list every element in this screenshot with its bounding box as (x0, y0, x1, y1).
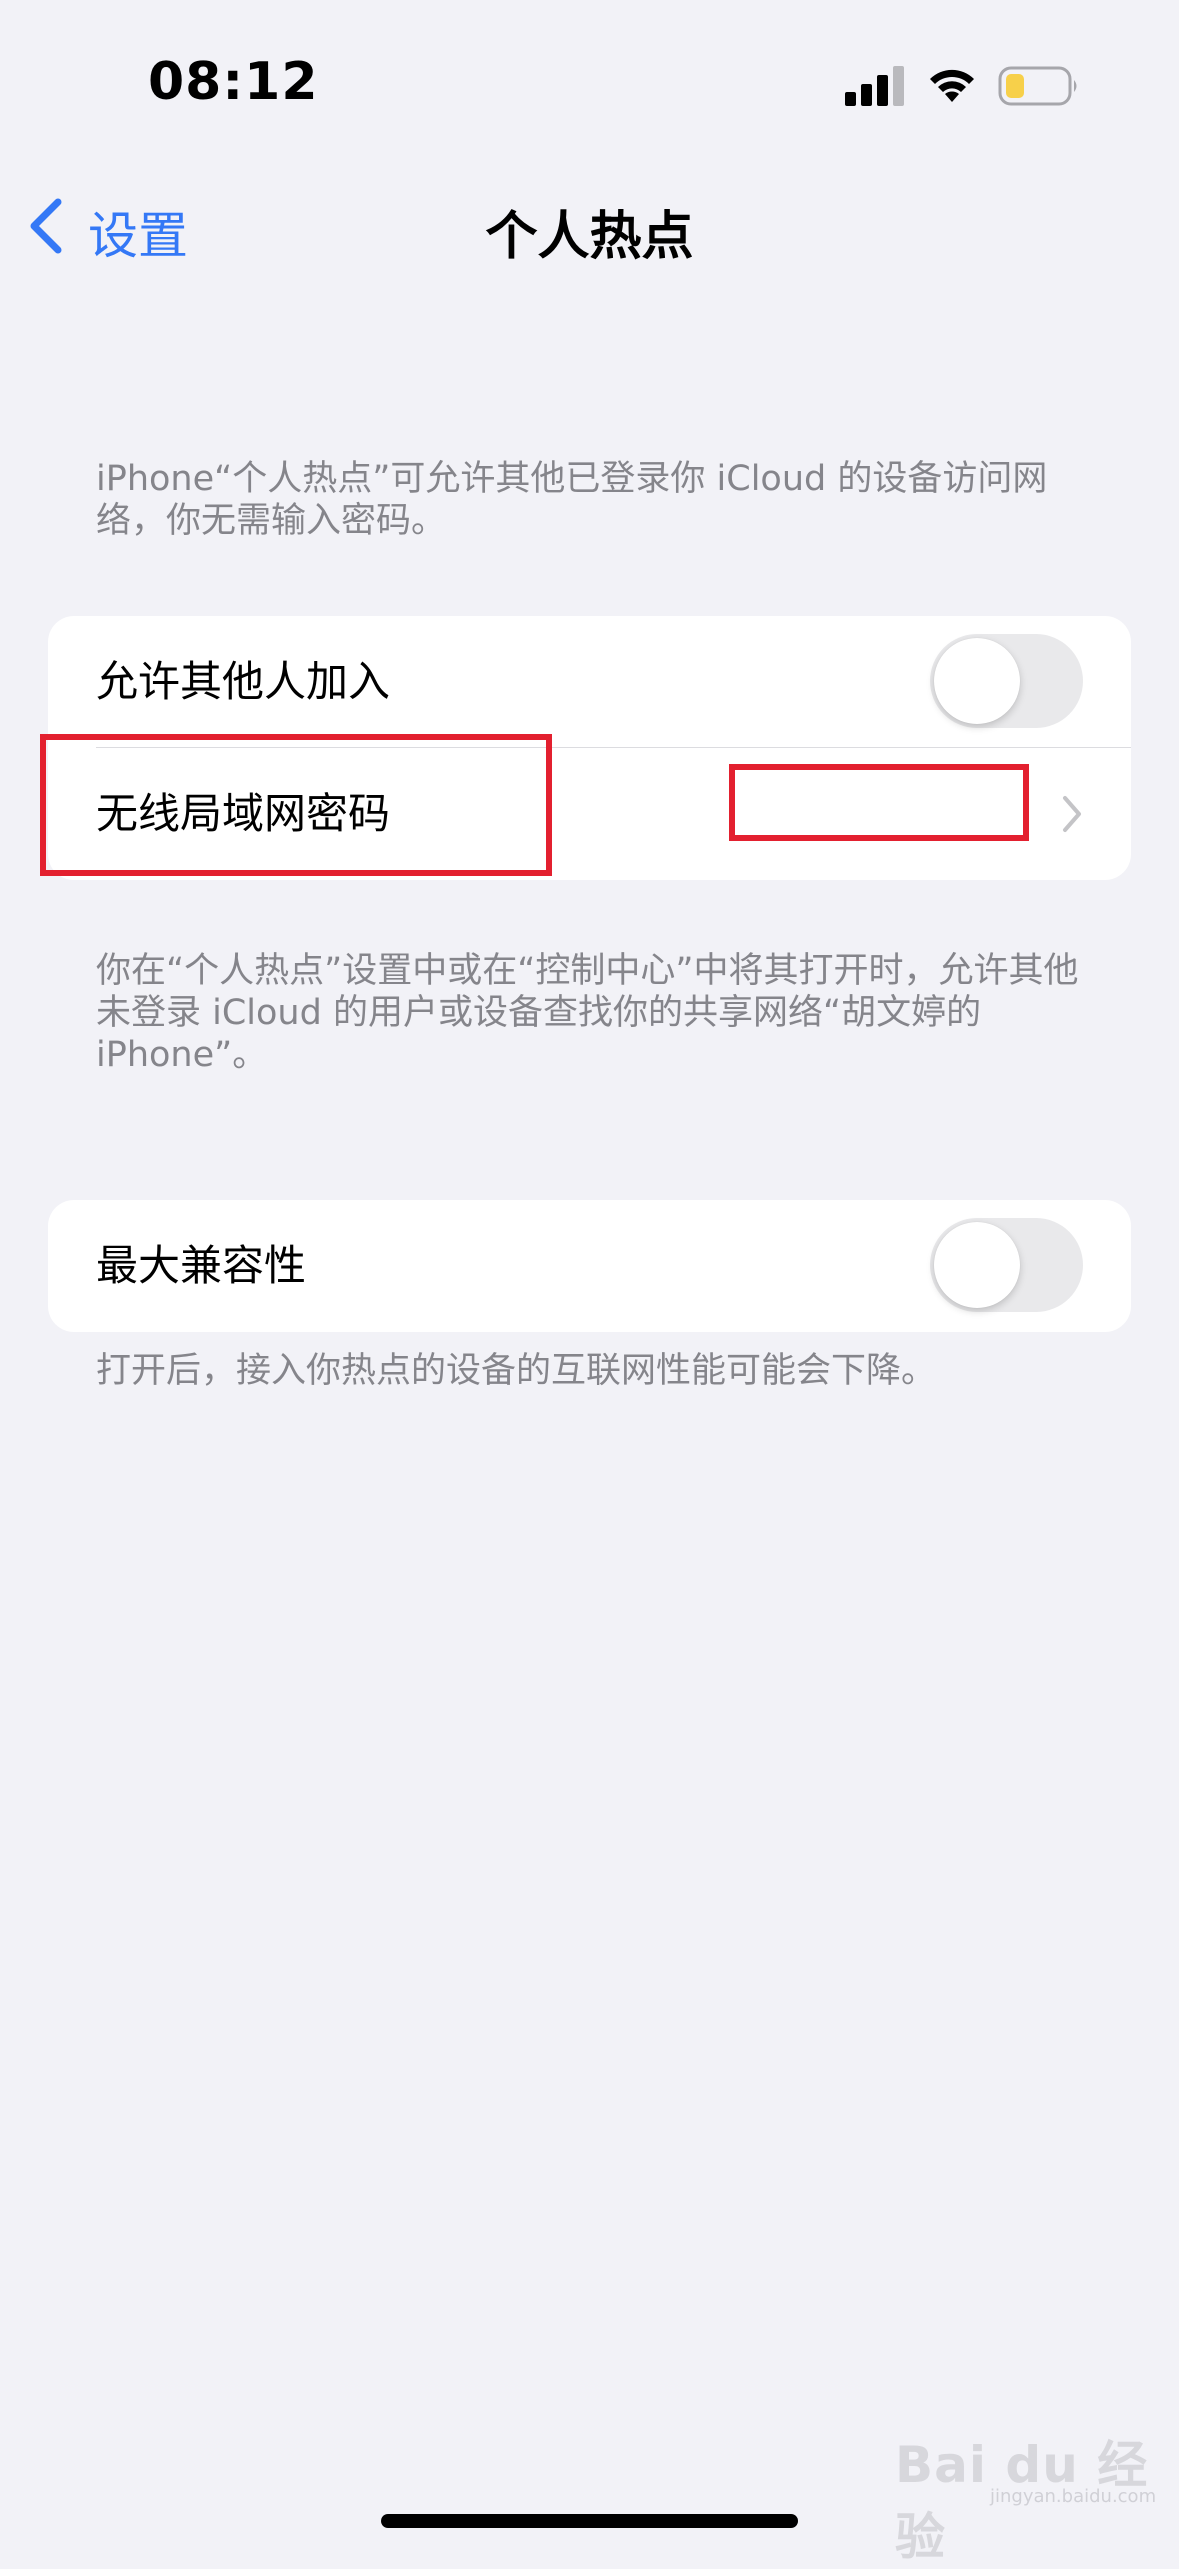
max-compat-label: 最大兼容性 (96, 1241, 307, 1290)
group1-footer: 你在“个人热点”设置中或在“控制中心”中将其打开时，允许其他未登录 iCloud… (96, 951, 1079, 1075)
max-compat-row: 最大兼容性 (48, 1200, 1131, 1332)
status-time: 08:12 (148, 52, 319, 112)
battery-icon (998, 66, 1077, 106)
wifi-icon (930, 69, 974, 102)
group2-footer: 打开后，接入你热点的设备的互联网性能可能会下降。 (96, 1351, 937, 1391)
home-indicator[interactable] (381, 2514, 798, 2528)
toggle-knob (934, 638, 1020, 724)
annotation-box-value (729, 764, 1029, 841)
allow-others-toggle[interactable] (930, 634, 1083, 728)
allow-others-row: 允许其他人加入 (48, 616, 1131, 748)
compatibility-group: 最大兼容性 (48, 1200, 1131, 1332)
chevron-right-icon (1063, 796, 1081, 832)
cellular-signal-icon (845, 66, 904, 106)
annotation-box-label (40, 734, 552, 876)
page-title: 个人热点 (485, 207, 694, 267)
intro-description: iPhone“个人热点”可允许其他已登录你 iCloud 的设备访问网络，你无需… (96, 459, 1048, 541)
allow-others-label: 允许其他人加入 (96, 657, 391, 706)
max-compat-toggle[interactable] (930, 1218, 1083, 1312)
toggle-knob (934, 1222, 1020, 1308)
baidu-watermark-url: jingyan.baidu.com (990, 2486, 1157, 2507)
